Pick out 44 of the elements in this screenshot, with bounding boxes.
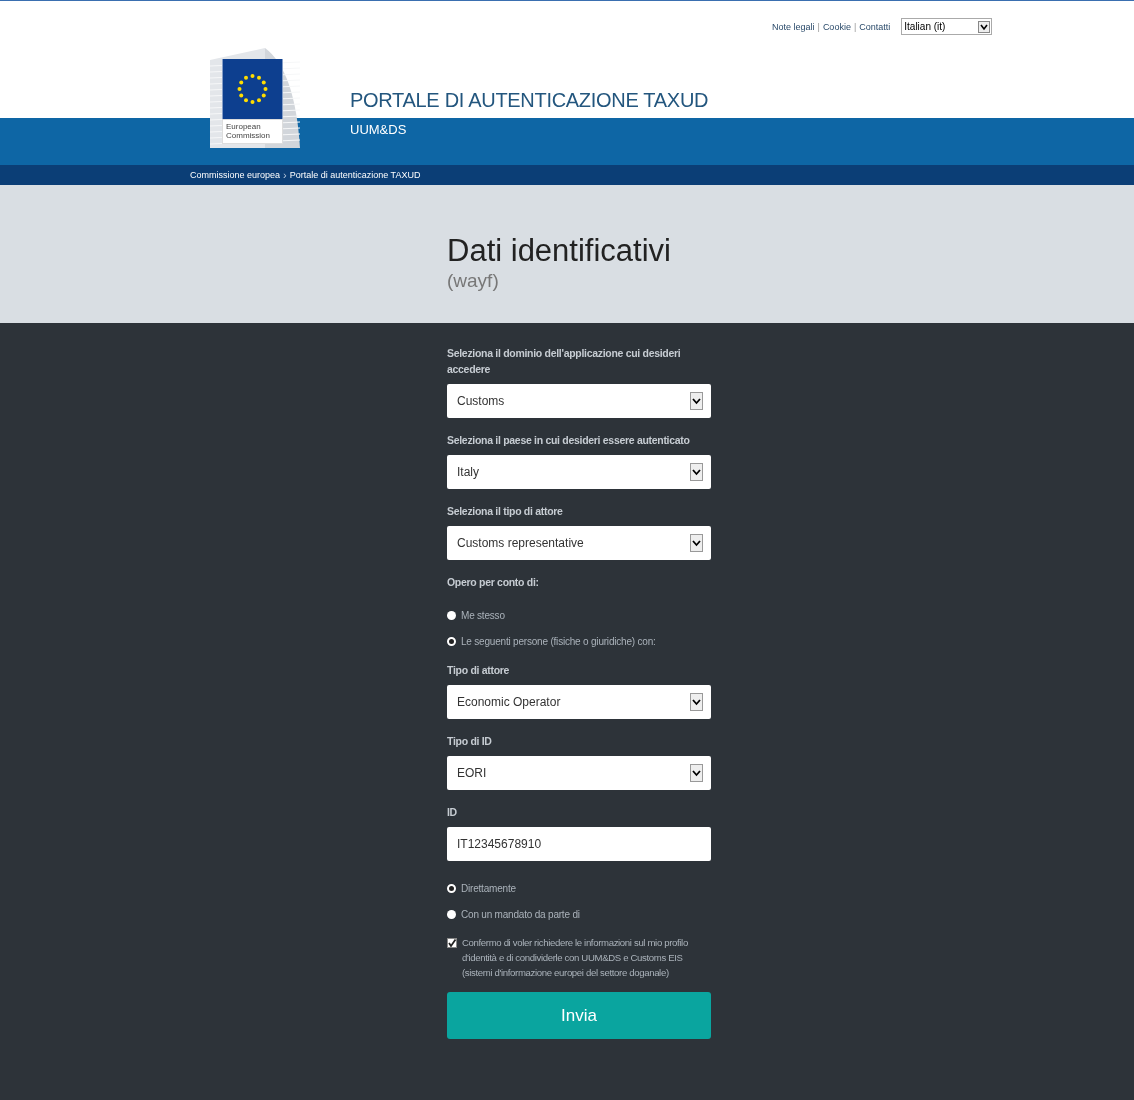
field-label: Tipo di attore xyxy=(447,663,511,678)
radio-button[interactable] xyxy=(447,636,456,646)
field-label: Seleziona il dominio dell'applicazione cui desideri accedere xyxy=(447,346,682,377)
page-title: Dati identificativi xyxy=(447,233,671,269)
field-label: Tipo di ID xyxy=(447,734,493,749)
link-separator: | xyxy=(817,21,820,32)
dropdown-icon xyxy=(690,764,703,782)
radio-button[interactable] xyxy=(447,909,456,919)
site-subtitle: UUM&DS xyxy=(350,121,407,137)
radio-button[interactable] xyxy=(447,610,456,620)
checkbox[interactable] xyxy=(447,938,457,948)
select-field[interactable]: Italy xyxy=(447,455,711,489)
radio-label: Con un mandato da parte di xyxy=(461,908,580,920)
field-label: Seleziona il paese in cui desideri essere autenticato xyxy=(447,433,691,448)
select-field[interactable]: Customs xyxy=(447,384,711,418)
dropdown-icon xyxy=(690,392,703,410)
site-title: PORTALE DI AUTENTICAZIONE TAXUD xyxy=(350,89,709,112)
radio-label: Direttamente xyxy=(461,882,516,894)
dropdown-icon xyxy=(690,534,703,552)
link-separator: | xyxy=(853,21,857,32)
page-subtitle: (wayf) xyxy=(447,269,499,293)
footer-link[interactable]: Contatti xyxy=(859,21,891,32)
breadcrumb-link[interactable]: Portale di autenticazione TAXUD xyxy=(289,170,421,180)
select-field[interactable]: EORI xyxy=(447,756,711,790)
dropdown-icon xyxy=(690,463,703,481)
field-label: ID xyxy=(447,805,458,820)
logo-caption: European Commission xyxy=(222,119,283,144)
dropdown-icon xyxy=(690,693,703,711)
language-select[interactable]: Italian (it) xyxy=(901,18,993,35)
field-label: Opero per conto di: xyxy=(447,575,540,590)
radio-button[interactable] xyxy=(447,883,456,893)
flag-icon xyxy=(222,59,283,119)
radio-label: Me stesso xyxy=(461,609,505,621)
footer-link[interactable]: Cookie xyxy=(822,21,851,32)
input-field[interactable]: IT12345678910 xyxy=(447,827,711,861)
footer-link[interactable]: Note legali xyxy=(772,21,815,32)
checkbox-label: Confermo di voler richiedere le informazioni sul mio profilo d'identità e di condividerle con UUM&DS e Customs EIS (sistemi d'informazione europei del settore doganale) xyxy=(462,936,689,980)
dropdown-icon xyxy=(978,20,991,33)
field-label: Seleziona il tipo di attore xyxy=(447,504,564,519)
breadcrumb-link[interactable]: Commissione europea xyxy=(190,170,281,180)
radio-label: Le seguenti persone (fisiche o giuridiche) con: xyxy=(461,635,656,647)
select-field[interactable]: Economic Operator xyxy=(447,685,711,719)
breadcrumb-separator: › xyxy=(283,169,287,181)
select-field[interactable]: Customs representative xyxy=(447,526,711,560)
